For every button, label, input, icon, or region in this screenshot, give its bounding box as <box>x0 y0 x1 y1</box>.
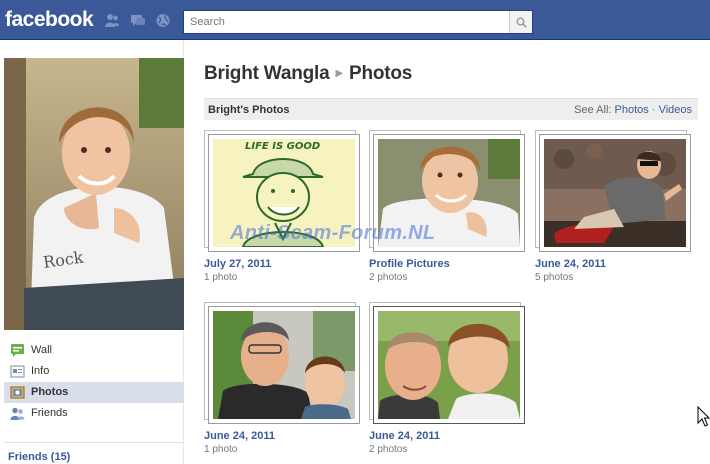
mouse-cursor-icon <box>697 406 710 427</box>
info-icon <box>10 364 25 379</box>
profile-nav: Wall Info Photos Friends <box>4 340 184 424</box>
album-thumbnail <box>544 139 686 247</box>
nav-item-info[interactable]: Info <box>4 361 184 382</box>
album-card[interactable]: June 24, 2011 5 photos <box>535 130 695 283</box>
profile-name-link[interactable]: Bright Wangla <box>204 63 330 84</box>
page-title: Bright Wangla ▶ Photos <box>204 63 412 85</box>
photos-section-header: Bright's Photos See All: Photos · Videos <box>204 98 698 120</box>
friends-icon <box>10 406 25 421</box>
album-name-link[interactable]: June 24, 2011 <box>369 430 440 442</box>
top-bar: facebook <box>0 0 710 40</box>
nav-label: Info <box>31 365 50 377</box>
nav-item-photos[interactable]: Photos <box>4 382 184 403</box>
album-count: 2 photos <box>369 272 408 283</box>
nav-label: Friends <box>31 407 68 419</box>
notifications-globe-icon[interactable] <box>155 13 171 28</box>
album-name-link[interactable]: June 24, 2011 <box>204 430 275 442</box>
album-thumbnail <box>213 311 355 419</box>
search-icon <box>516 17 527 28</box>
see-all-videos-link[interactable]: Videos <box>659 104 692 116</box>
nav-item-friends[interactable]: Friends <box>4 403 184 424</box>
album-cover[interactable] <box>204 302 364 426</box>
wall-icon <box>10 343 25 358</box>
album-card[interactable]: June 24, 2011 2 photos <box>369 302 529 455</box>
see-all: See All: Photos · Videos <box>574 104 692 116</box>
album-cover[interactable] <box>535 130 695 254</box>
profile-picture[interactable]: Rock <box>4 58 184 330</box>
search-box <box>183 10 533 34</box>
album-count: 5 photos <box>535 272 574 283</box>
album-count: 1 photo <box>204 444 238 455</box>
svg-text:LIFE IS GOOD: LIFE IS GOOD <box>245 141 320 152</box>
album-name-link[interactable]: July 27, 2011 <box>204 258 271 270</box>
album-count: 2 photos <box>369 444 408 455</box>
album-count: 1 photo <box>204 272 238 283</box>
breadcrumb-arrow-icon: ▶ <box>335 68 343 79</box>
nav-item-wall[interactable]: Wall <box>4 340 184 361</box>
album-card[interactable]: June 24, 2011 1 photo <box>204 302 364 455</box>
nav-label: Wall <box>31 344 52 356</box>
facebook-logo[interactable]: facebook <box>5 8 94 32</box>
see-all-separator: · <box>651 104 656 116</box>
album-thumbnail <box>378 311 520 419</box>
see-all-photos-link[interactable]: Photos <box>615 104 649 116</box>
left-divider <box>4 442 184 443</box>
watermark: Anti-Scam-Forum.NL <box>230 222 436 244</box>
friends-count-link[interactable]: Friends (15) <box>8 451 70 463</box>
friend-requests-icon[interactable] <box>104 13 120 28</box>
see-all-prefix: See All: <box>574 104 612 116</box>
search-button[interactable] <box>509 11 532 33</box>
search-input[interactable] <box>184 11 510 33</box>
section-title: Bright's Photos <box>208 104 290 116</box>
album-name-link[interactable]: June 24, 2011 <box>535 258 606 270</box>
left-column: Rock Wall Info Photos Friends Friends (1… <box>0 40 184 464</box>
section-name: Photos <box>348 63 413 84</box>
photos-icon <box>10 385 25 400</box>
nav-label: Photos <box>31 386 69 398</box>
album-cover[interactable] <box>369 302 529 426</box>
messages-icon[interactable] <box>130 13 146 28</box>
album-name-link[interactable]: Profile Pictures <box>369 258 450 270</box>
